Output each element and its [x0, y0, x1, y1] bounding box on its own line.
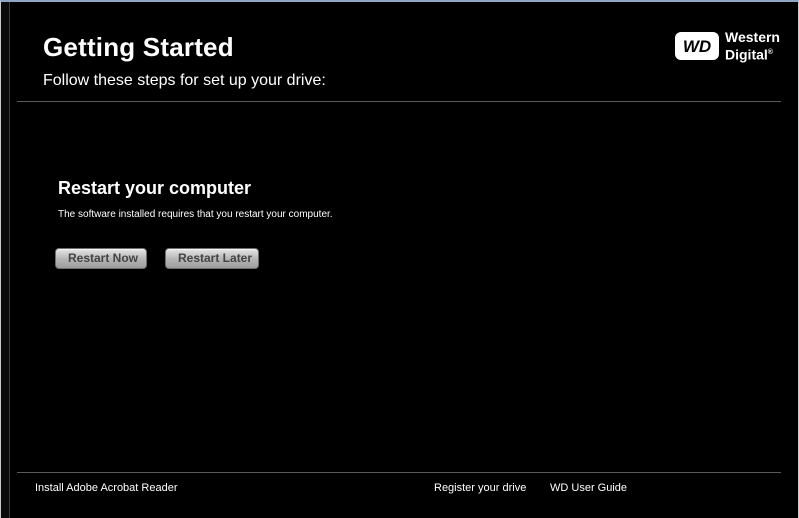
footer-divider	[17, 472, 781, 473]
installer-window: Getting Started Follow these steps for s…	[0, 0, 799, 518]
logo-badge-text: WD	[683, 37, 711, 56]
install-acrobat-link[interactable]: Install Adobe Acrobat Reader	[35, 482, 177, 494]
wd-logo-glyph: WD	[683, 37, 711, 56]
header-divider	[17, 101, 781, 102]
restart-heading: Restart your computer	[58, 178, 252, 198]
restart-later-button[interactable]: Restart Later	[165, 248, 259, 269]
restart-description: The software installed requires that you…	[58, 209, 333, 220]
logo-line1: Western	[725, 29, 780, 45]
logo-trademark: ®	[767, 49, 773, 56]
register-drive-link[interactable]: Register your drive	[434, 482, 526, 494]
logo-wordmark: Western Digital®	[725, 30, 780, 63]
window-left-edge	[1, 2, 10, 518]
page-subtitle: Follow these steps for set up your drive…	[43, 72, 326, 89]
wd-logo-icon: WD	[675, 32, 719, 60]
logo-line2: Digital	[725, 46, 768, 63]
user-guide-link[interactable]: WD User Guide	[550, 482, 627, 494]
page-title: Getting Started	[43, 32, 234, 62]
western-digital-logo: WD Western Digital®	[675, 30, 793, 64]
restart-now-button[interactable]: Restart Now	[55, 248, 147, 269]
